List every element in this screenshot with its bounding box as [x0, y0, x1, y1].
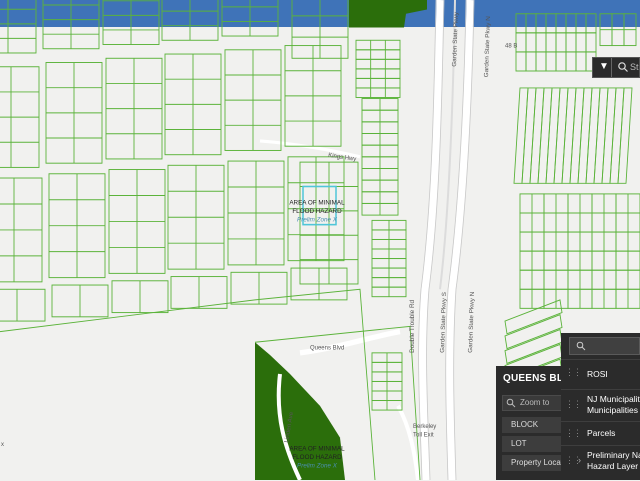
parcel-lot	[553, 87, 569, 184]
place-label-berkeley: Berkeley	[413, 423, 437, 430]
search-icon[interactable]	[617, 61, 629, 73]
parcel-block	[565, 51, 577, 72]
forest-area-top	[349, 0, 427, 28]
parcel-block	[565, 32, 577, 53]
parcel-lot	[569, 87, 585, 184]
parcel-block	[575, 51, 587, 72]
parcel-block	[585, 13, 597, 34]
layer-label-line2: Municipalities 3	[587, 405, 640, 415]
parcel-block	[515, 32, 527, 53]
layer-item-flood-hazard[interactable]: ⋮⋮ › Preliminary National Hazard Layer	[561, 445, 640, 481]
parcel-lot	[561, 87, 577, 184]
parcel-block	[355, 87, 401, 98]
zoom-to-label: Zoom to	[520, 398, 550, 407]
parcel-grid	[0, 0, 407, 411]
flood-label-1-line2: FLOOD HAZARD	[292, 208, 342, 215]
parcel-lot	[529, 87, 545, 184]
parcel-lot	[585, 87, 601, 184]
parcel-block	[545, 13, 557, 34]
layer-label: Parcels	[587, 428, 616, 438]
layer-label-line2: Hazard Layer	[587, 461, 639, 471]
parcel-block	[575, 32, 587, 53]
popup-field-block: BLOCK	[502, 417, 562, 433]
zoom-to-button[interactable]: Zoom to	[502, 395, 562, 411]
flood-zone-2: Prelim Zone X	[297, 462, 338, 469]
parcel-lot	[537, 87, 553, 184]
drag-handle-icon[interactable]: ⋮⋮	[565, 368, 582, 377]
parcel-block	[555, 13, 567, 34]
chevron-right-icon[interactable]: ›	[578, 455, 581, 465]
flood-zone-1: Prelim Zone X	[297, 216, 338, 223]
road-label-gsp-upper: Garden State Pkwy	[451, 11, 460, 67]
parcel-lot	[617, 87, 633, 184]
parcel-lot	[577, 87, 593, 184]
parcel-lot	[545, 87, 561, 184]
zoom-icon	[506, 398, 516, 408]
road-label-gsp-n: Garden State Pkwy N	[467, 292, 476, 353]
search-divider	[611, 58, 612, 77]
parcel-block	[525, 32, 537, 53]
road-label-kings-hwy: Kings Hwy	[328, 152, 358, 163]
search-icon	[576, 341, 586, 351]
parcel-block	[0, 0, 37, 54]
parcel-block	[525, 51, 537, 72]
parcel-block	[565, 13, 577, 34]
parcel-block	[575, 13, 587, 34]
flood-label-2-line1: AREA OF MINIMAL	[289, 445, 345, 452]
parcel-block	[355, 77, 401, 89]
layer-label: ROSI	[587, 369, 608, 379]
parcel-lot	[521, 87, 537, 184]
parcel-block	[355, 39, 401, 51]
search-input[interactable]: St	[630, 62, 639, 72]
road-label-gsp-n-upper: Garden State Pkwy N	[483, 16, 492, 77]
parcel-block	[515, 13, 527, 34]
parcel-block	[525, 13, 537, 34]
parcel-block	[535, 13, 547, 34]
parcel-lot	[609, 87, 625, 184]
popup-field-lot: LOT	[502, 436, 562, 452]
parcel-block	[555, 32, 567, 53]
layer-item-rosi[interactable]: ⋮⋮ ROSI	[561, 359, 640, 390]
parcel-block	[535, 51, 547, 72]
parcel-block	[555, 51, 567, 72]
parcel-lot	[593, 87, 609, 184]
parcel-block	[545, 32, 557, 53]
layer-item-municipalities[interactable]: ⋮⋮ NJ Municipalities Municipalities 3	[561, 389, 640, 422]
parcel-block	[545, 51, 557, 72]
parcel-block	[0, 288, 46, 322]
popup-field-location: Property Location	[502, 455, 562, 471]
drag-handle-icon[interactable]: ⋮⋮	[565, 429, 582, 438]
caret-down-icon[interactable]: ▼	[599, 61, 609, 72]
edge-mark: x	[1, 441, 5, 448]
flood-label-1-line1: AREA OF MINIMAL	[289, 199, 345, 206]
feature-popup: QUEENS BLVD Zoom to BLOCK LOT Property L…	[496, 366, 577, 480]
road-label-queens-blvd: Queens Blvd	[310, 345, 345, 352]
drag-handle-icon[interactable]: ⋮⋮	[565, 400, 582, 409]
parcel-block	[535, 32, 547, 53]
route-label: 48 B	[505, 43, 517, 50]
search-widget[interactable]: ▼ St	[592, 57, 640, 78]
parcel-block	[355, 68, 401, 79]
layer-item-parcels[interactable]: ⋮⋮ Parcels	[561, 421, 640, 446]
parcel-lot	[601, 87, 617, 184]
place-label-toll-exit: Toll Exit	[413, 431, 434, 438]
road-label-double-trouble: Double Trouble Rd	[409, 299, 416, 353]
flood-label-2-line2: FLOOD HAZARD	[292, 454, 342, 461]
layer-label-line1: Preliminary National	[587, 450, 640, 460]
layer-label-line1: NJ Municipalities	[587, 394, 640, 404]
parcel-block	[355, 49, 401, 60]
parcel-block	[585, 32, 597, 53]
layer-search-input[interactable]	[569, 337, 640, 355]
layer-list-panel: ⋮⋮ ROSI ⋮⋮ NJ Municipalities Municipalit…	[561, 333, 640, 480]
parcel-block	[355, 58, 401, 70]
parcel-block	[515, 51, 527, 72]
parcel-lot	[513, 87, 529, 184]
